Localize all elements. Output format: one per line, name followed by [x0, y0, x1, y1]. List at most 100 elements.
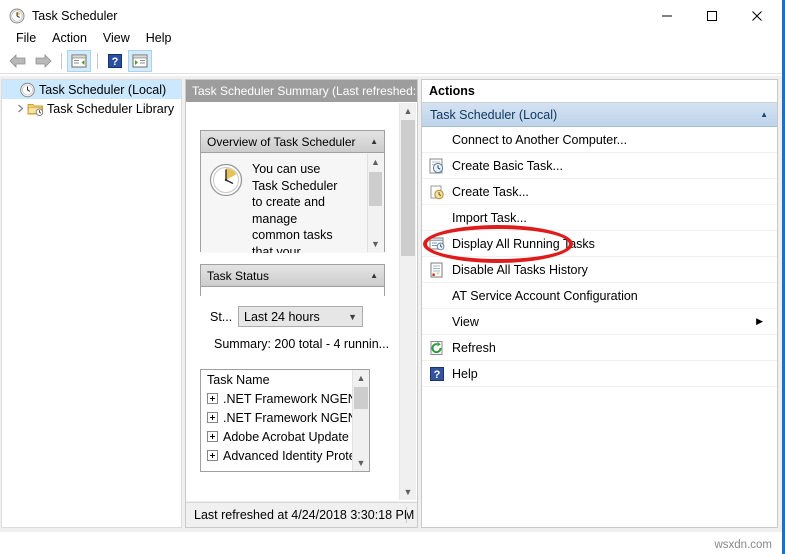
column-header-task-name: Task Name	[207, 372, 270, 387]
task-list-header[interactable]: Task Name	[201, 370, 369, 389]
minimize-button[interactable]	[644, 0, 689, 32]
tasks-history-icon	[428, 261, 446, 279]
maximize-button[interactable]	[689, 0, 734, 32]
overview-group-header[interactable]: Overview of Task Scheduler ▲	[201, 131, 384, 153]
status-period-label: St...	[210, 309, 233, 324]
back-button[interactable]	[6, 50, 30, 72]
overview-group-body: You can use Task Scheduler to create and…	[201, 153, 384, 253]
action-create-basic-task[interactable]: Create Basic Task...	[422, 153, 777, 179]
tree-item-task-scheduler-local[interactable]: Task Scheduler (Local)	[2, 80, 181, 99]
action-label: Create Basic Task...	[452, 158, 563, 173]
last-refreshed-text: Last refreshed at 4/24/2018 3:30:18 PM	[194, 508, 415, 522]
action-connect-to-another-computer[interactable]: Connect to Another Computer...	[422, 127, 777, 153]
action-label: Import Task...	[452, 210, 527, 225]
create-basic-task-icon	[428, 157, 446, 175]
action-label: View	[452, 314, 479, 329]
svg-text:?: ?	[434, 369, 441, 381]
show-hide-action-pane-button[interactable]	[128, 49, 152, 72]
status-period-select[interactable]: Last 24 hours ▼	[238, 306, 363, 327]
window-controls	[644, 0, 779, 32]
scroll-up-arrow-icon[interactable]: ▲	[400, 103, 416, 119]
menu-view[interactable]: View	[95, 29, 138, 47]
table-row[interactable]: Advanced Identity Protec	[201, 446, 369, 465]
task-name-cell: Adobe Acrobat Update Ta	[223, 429, 366, 444]
window-bottom-area	[0, 532, 782, 554]
chevron-right-icon: ▶	[756, 316, 763, 326]
action-help[interactable]: ? Help	[422, 361, 777, 387]
actions-pane-header: Actions	[422, 80, 777, 103]
task-status-group: Task Status ▲	[200, 264, 385, 296]
expand-plus-icon[interactable]	[207, 450, 218, 461]
summary-pane-scrollbar[interactable]: ▲ ▼	[399, 103, 416, 500]
task-name-cell: .NET Framework NGEN v4	[223, 410, 370, 425]
action-label: AT Service Account Configuration	[452, 288, 638, 303]
scroll-down-arrow-icon[interactable]: ▼	[368, 236, 383, 252]
scrollbar-thumb[interactable]	[354, 387, 368, 409]
action-at-service-account-configuration[interactable]: AT Service Account Configuration	[422, 283, 777, 309]
action-display-all-running-tasks[interactable]: Display All Running Tasks	[422, 231, 777, 257]
task-status-content: St... Last 24 hours ▼ Summary: 200 total…	[200, 296, 390, 351]
status-bar: Last refreshed at 4/24/2018 3:30:18 PM	[186, 502, 417, 527]
expand-plus-icon[interactable]	[207, 412, 218, 423]
action-view[interactable]: View ▶	[422, 309, 777, 335]
overview-content: You can use Task Scheduler to create and…	[201, 153, 384, 253]
forward-button[interactable]	[31, 50, 55, 72]
status-period-value: Last 24 hours	[244, 309, 320, 324]
status-bar-separator	[406, 507, 407, 523]
tree-item-task-scheduler-library[interactable]: Task Scheduler Library	[2, 99, 181, 118]
scrollbar-thumb[interactable]	[401, 120, 415, 256]
overview-scrollbar[interactable]: ▲ ▼	[367, 154, 383, 252]
expand-plus-icon[interactable]	[207, 393, 218, 404]
actions-section-task-scheduler-local[interactable]: Task Scheduler (Local) ▲	[422, 103, 777, 127]
main-area: Task Scheduler (Local) Task Scheduler Li…	[0, 76, 782, 532]
summary-pane: Task Scheduler Summary (Last refreshed: …	[185, 79, 418, 528]
menu-help[interactable]: Help	[138, 29, 180, 47]
chevron-up-icon[interactable]: ▲	[370, 271, 378, 280]
task-status-group-header[interactable]: Task Status ▲	[201, 265, 384, 287]
action-label: Help	[452, 366, 478, 381]
show-hide-console-tree-button[interactable]	[67, 49, 91, 72]
chevron-down-icon[interactable]: ▼	[348, 312, 357, 322]
tree-expander-placeholder	[6, 83, 19, 96]
action-create-task[interactable]: Create Task...	[422, 179, 777, 205]
task-status-summary: Summary: 200 total - 4 runnin...	[214, 337, 390, 351]
svg-text:?: ?	[112, 56, 119, 68]
action-label: Create Task...	[452, 184, 529, 199]
scrollbar-thumb[interactable]	[369, 172, 382, 206]
status-period-row: St... Last 24 hours ▼	[200, 296, 385, 327]
back-arrow-icon	[9, 53, 26, 68]
scroll-down-arrow-icon[interactable]: ▼	[353, 455, 369, 471]
table-row[interactable]: Adobe Acrobat Update Ta	[201, 427, 369, 446]
overview-description: You can use Task Scheduler to create and…	[252, 162, 338, 253]
menu-bar: File Action View Help	[0, 27, 180, 48]
create-task-icon	[428, 183, 446, 201]
task-name-cell: Advanced Identity Protec	[223, 448, 362, 463]
folder-clock-icon	[27, 103, 44, 116]
table-row[interactable]: .NET Framework NGEN v4	[201, 408, 369, 427]
summary-pane-header: Task Scheduler Summary (Last refreshed: …	[186, 80, 417, 102]
chevron-right-icon[interactable]	[14, 102, 27, 115]
action-import-task[interactable]: Import Task...	[422, 205, 777, 231]
scroll-up-arrow-icon[interactable]: ▲	[353, 370, 369, 386]
task-status-group-title: Task Status	[207, 268, 270, 283]
action-label: Connect to Another Computer...	[452, 132, 628, 147]
toolbar-help-button[interactable]: ?	[103, 50, 127, 72]
show-hide-action-pane-icon	[132, 54, 148, 67]
table-row[interactable]: .NET Framework NGEN v4	[201, 389, 369, 408]
action-refresh[interactable]: Refresh	[422, 335, 777, 361]
expand-plus-icon[interactable]	[207, 431, 218, 442]
menu-action[interactable]: Action	[44, 29, 95, 47]
chevron-up-icon[interactable]: ▲	[370, 137, 378, 146]
task-list-scrollbar[interactable]: ▲ ▼	[352, 370, 369, 471]
scroll-up-arrow-icon[interactable]: ▲	[368, 154, 383, 170]
clock-icon	[9, 8, 25, 24]
action-disable-all-tasks-history[interactable]: Disable All Tasks History	[422, 257, 777, 283]
menu-file[interactable]: File	[8, 29, 44, 47]
actions-section-title: Task Scheduler (Local)	[430, 107, 558, 122]
overview-group: Overview of Task Scheduler ▲ You can use…	[200, 130, 385, 253]
help-icon: ?	[108, 53, 122, 68]
task-name-cell: .NET Framework NGEN v4	[223, 391, 370, 406]
chevron-up-icon[interactable]: ▲	[760, 110, 768, 119]
close-button[interactable]	[734, 0, 779, 32]
scroll-down-arrow-icon[interactable]: ▼	[400, 484, 416, 500]
